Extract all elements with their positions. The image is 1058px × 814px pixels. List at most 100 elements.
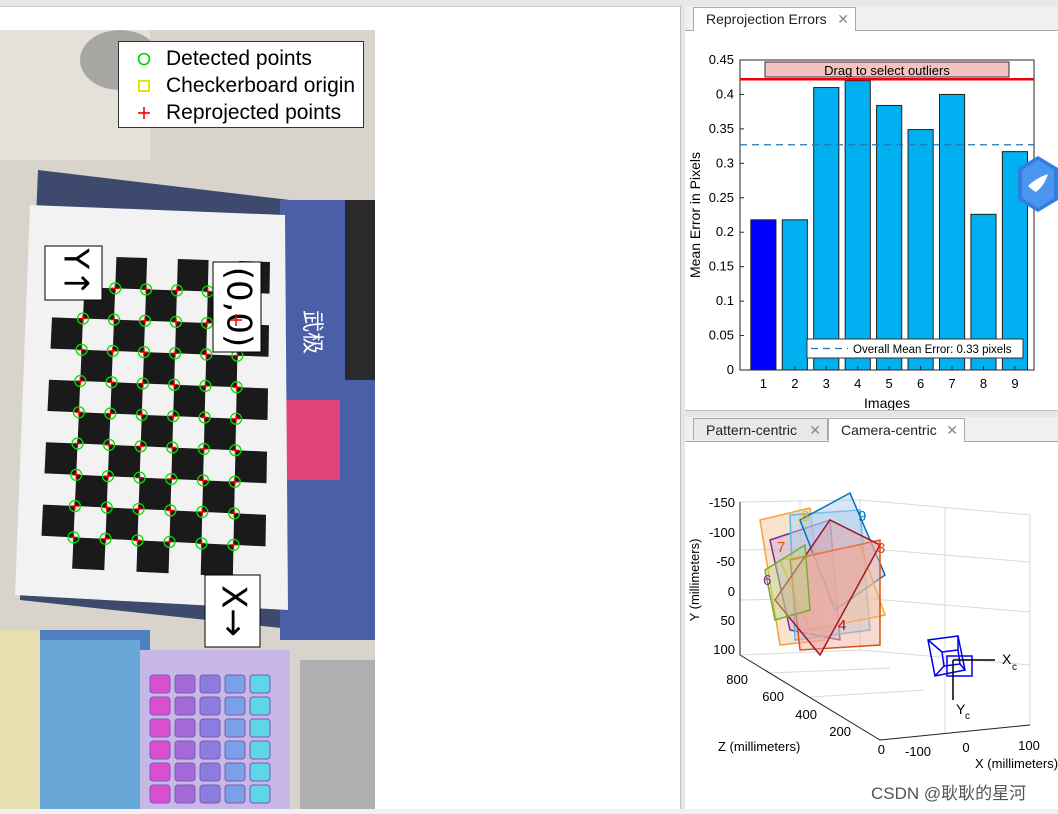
chart-legend-entry: Overall Mean Error: 0.33 pixels [853, 344, 1012, 356]
board-number: 8 [801, 508, 809, 525]
keycap [199, 784, 221, 804]
legend-origin: Checkerboard origin [119, 73, 363, 99]
y-tick-label: 0.2 [716, 224, 734, 239]
keycap [249, 762, 271, 782]
bar-image-1[interactable] [750, 219, 777, 371]
z-tick: 400 [795, 707, 817, 722]
yellow-square-icon [138, 80, 150, 92]
x-tick: 0 [962, 740, 969, 755]
y-tick: 50 [721, 613, 735, 628]
bar-image-7[interactable] [938, 93, 966, 371]
z3d-label: Z (millimeters) [718, 739, 800, 754]
keycap [149, 740, 171, 760]
bar-image-3[interactable] [813, 87, 840, 371]
y-tick-label: 0.25 [709, 190, 734, 205]
y-tick: -150 [709, 495, 735, 510]
y-tick-label: 0.05 [709, 328, 734, 343]
keycap [199, 674, 221, 694]
keycap [224, 784, 246, 804]
y-tick-label: 0.15 [709, 259, 734, 274]
keycap [199, 762, 221, 782]
x-axis-label: X→ [214, 585, 254, 637]
keycap [249, 718, 271, 738]
keycap [174, 740, 196, 760]
y-tick-label: 0.1 [716, 293, 734, 308]
z-tick: 800 [726, 672, 748, 687]
bar-image-4[interactable] [844, 80, 871, 371]
origin-label: (0,0) [219, 267, 259, 348]
keycap [224, 740, 246, 760]
keycap [199, 718, 221, 738]
floating-assistant-icon[interactable] [1018, 156, 1058, 212]
keycap [174, 784, 196, 804]
x-tick-label: 7 [948, 376, 955, 391]
y-tick: 0 [728, 584, 735, 599]
x3d-label: X (millimeters) [975, 756, 1058, 771]
green-circle-icon [137, 52, 151, 66]
keycap [174, 718, 196, 738]
keycap [249, 740, 271, 760]
x-tick-label: 6 [917, 376, 924, 391]
figure-background [375, 7, 680, 809]
svg-text:武极: 武极 [299, 310, 324, 354]
y-tick-label: 0.3 [716, 155, 734, 170]
x-tick-label: 2 [791, 376, 798, 391]
z-tick: 600 [762, 689, 784, 704]
y3d-label: Y (millimeters) [687, 539, 702, 622]
close-icon[interactable]: ✕ [946, 422, 958, 439]
watermark: CSDN @耿耿的星河 [871, 784, 1027, 803]
bar-image-6[interactable] [907, 129, 934, 371]
board-number: 9 [858, 508, 866, 525]
y-tick-label: 0 [727, 362, 734, 377]
keycap [224, 762, 246, 782]
tab-reprojection-errors[interactable]: Reprojection Errors ✕ [693, 7, 856, 31]
y-tick-label: 0.45 [709, 52, 734, 67]
keycap [199, 696, 221, 716]
y-axis-label: Y↑ [56, 247, 96, 297]
y-tick-label: 0.4 [716, 86, 734, 101]
keycap [149, 674, 171, 694]
board-number: 7 [777, 539, 785, 556]
keycap [224, 696, 246, 716]
keycap [149, 718, 171, 738]
keycap [149, 696, 171, 716]
bottom-tab-strip: Pattern-centric ✕ Camera-centric ✕ [685, 417, 1058, 442]
legend-detected: Detected points [119, 46, 363, 72]
keycap [174, 762, 196, 782]
drag-label: Drag to select outliers [824, 63, 950, 78]
board-number: 4 [838, 617, 846, 634]
keycap [149, 784, 171, 804]
chart-xlabel: Images [864, 395, 910, 410]
image-legend: Detected points Checkerboard origin Repr… [118, 41, 364, 128]
close-icon[interactable]: ✕ [809, 422, 821, 439]
y-tick-label: 0.35 [709, 121, 734, 136]
legend-reprojected: Reprojected points [119, 100, 363, 126]
y-tick: -100 [709, 525, 735, 540]
camera-icon [927, 635, 973, 677]
image-top-margin [0, 7, 375, 30]
camera-centric-panel: 8 9 7 3 6 4 X c Y c -150 -100 -50 0 50 1… [685, 442, 1058, 809]
z-tick: 0 [878, 742, 885, 757]
y-tick: 100 [713, 642, 735, 657]
keycap [149, 762, 171, 782]
keycap [249, 696, 271, 716]
board-number: 6 [763, 572, 771, 589]
keycap [174, 696, 196, 716]
keycap [224, 718, 246, 738]
keycap [174, 674, 196, 694]
keycap [199, 740, 221, 760]
tab-camera-centric[interactable]: Camera-centric ✕ [828, 418, 965, 442]
z-tick: 200 [829, 724, 851, 739]
chart-ylabel: Mean Error in Pixels [687, 152, 703, 278]
close-icon[interactable]: ✕ [837, 11, 849, 28]
bar-image-2[interactable] [781, 219, 808, 371]
keycap [224, 674, 246, 694]
camera-x-label: X [1002, 651, 1012, 667]
y-tick: -50 [716, 554, 735, 569]
x-tick-label: 4 [854, 376, 861, 391]
x-tick-label: 3 [823, 376, 830, 391]
keycap [249, 784, 271, 804]
x-tick-label: 1 [760, 376, 767, 391]
reprojection-errors-panel: Mean Error in Pixels Images 0 0.05 0.1 0.15… [685, 31, 1058, 411]
tab-pattern-centric[interactable]: Pattern-centric ✕ [693, 418, 828, 440]
